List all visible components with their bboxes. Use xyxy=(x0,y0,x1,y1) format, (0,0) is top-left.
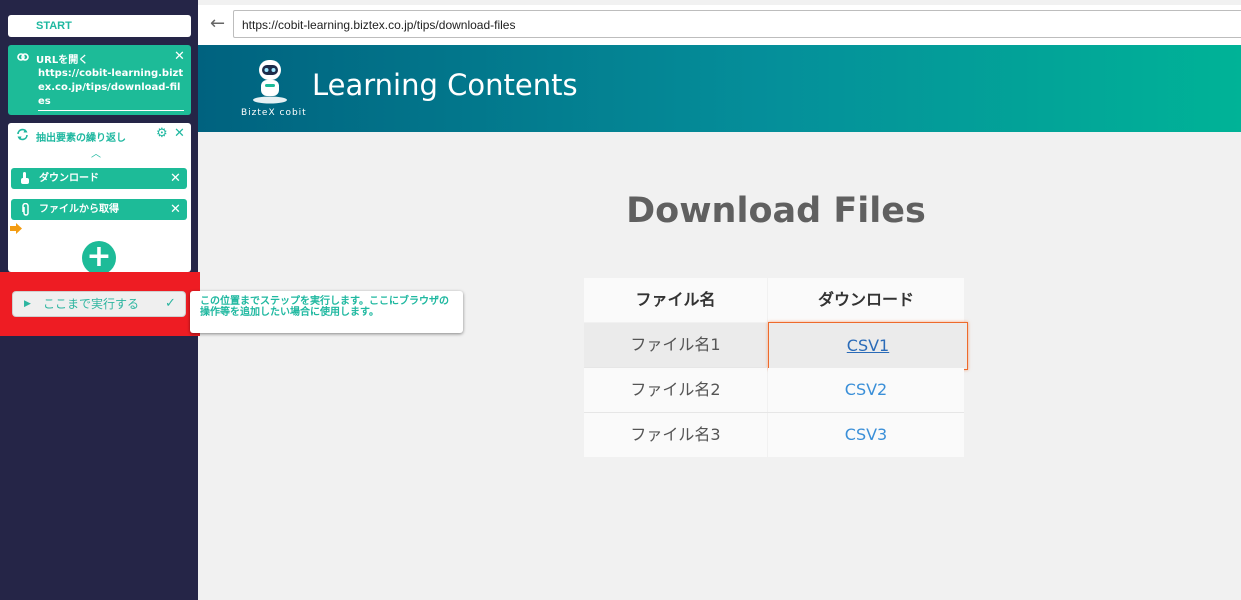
check-icon: ✓ xyxy=(165,296,176,311)
banner-title: Learning Contents xyxy=(312,68,578,102)
csv-link[interactable]: CSV1 xyxy=(768,322,968,370)
robot-logo xyxy=(253,60,287,104)
table-row-name: ファイル名2 xyxy=(584,368,767,412)
table-header: ファイル名 xyxy=(584,278,767,322)
run-tooltip: この位置までステップを実行します。ここにブラウザの操作等を追加したい場合に使用し… xyxy=(190,291,463,333)
open-url-step[interactable]: URLを開く ✕ https://cobit-learning.biztex.c… xyxy=(8,45,191,115)
play-icon: ▶ xyxy=(24,299,31,309)
csv-link-label[interactable]: CSV1 xyxy=(847,336,889,355)
divider xyxy=(584,367,767,368)
loop-step[interactable]: 抽出要素の繰り返し ⚙ ✕ ︿ ダウンロード ✕ ファイルから取得 ✕ + xyxy=(8,123,191,275)
open-url-step-value[interactable]: https://cobit-learning.biztex.co.jp/tips… xyxy=(38,67,184,111)
close-icon[interactable]: ✕ xyxy=(170,203,181,216)
gear-icon[interactable]: ⚙ xyxy=(156,126,168,141)
back-arrow-icon[interactable]: ← xyxy=(210,13,225,34)
table-row-name: ファイル名1 xyxy=(584,323,767,367)
paperclip-icon xyxy=(22,203,29,216)
csv-link-label[interactable]: CSV3 xyxy=(845,425,887,444)
divider xyxy=(584,412,964,413)
download-step-label: ダウンロード xyxy=(39,173,99,184)
browser-url-bar: ← https://cobit-learning.biztex.co.jp/ti… xyxy=(198,5,1241,45)
csv-link-label[interactable]: CSV2 xyxy=(845,380,887,399)
csv-link[interactable]: CSV3 xyxy=(768,413,964,457)
close-icon[interactable]: ✕ xyxy=(174,127,185,140)
add-step-button[interactable]: + xyxy=(82,241,116,275)
chevron-up-icon[interactable]: ︿ xyxy=(91,145,101,160)
loop-step-title: 抽出要素の繰り返し xyxy=(36,133,126,144)
get-from-file-step-label: ファイルから取得 xyxy=(39,204,119,215)
run-to-here-label: ここまで実行する xyxy=(43,297,140,311)
page-title: Download Files xyxy=(626,191,926,231)
start-label: START xyxy=(8,15,191,37)
download-hand-icon xyxy=(21,172,29,184)
table-row-name: ファイル名3 xyxy=(584,413,767,457)
site-banner: BizteX cobit Learning Contents xyxy=(198,45,1241,132)
close-icon[interactable]: ✕ xyxy=(174,50,185,63)
arrow-right-icon xyxy=(10,223,22,234)
get-from-file-step[interactable]: ファイルから取得 ✕ xyxy=(11,199,187,220)
loop-icon xyxy=(17,128,28,141)
open-url-step-title: URLを開く xyxy=(36,55,89,66)
address-input[interactable]: https://cobit-learning.biztex.co.jp/tips… xyxy=(233,10,1241,38)
brand-name: BizteX cobit xyxy=(241,108,307,118)
csv-link[interactable]: CSV2 xyxy=(768,368,964,412)
link-icon xyxy=(17,53,29,61)
table-header: ダウンロード xyxy=(768,278,964,322)
download-table: ファイル名 ダウンロード ファイル名1 CSV1 ファイル名2 CSV2 ファイ… xyxy=(584,278,968,457)
run-to-here-button[interactable]: ▶ ここまで実行する ✓ xyxy=(13,292,185,316)
download-step[interactable]: ダウンロード ✕ xyxy=(11,168,187,189)
close-icon[interactable]: ✕ xyxy=(170,172,181,185)
